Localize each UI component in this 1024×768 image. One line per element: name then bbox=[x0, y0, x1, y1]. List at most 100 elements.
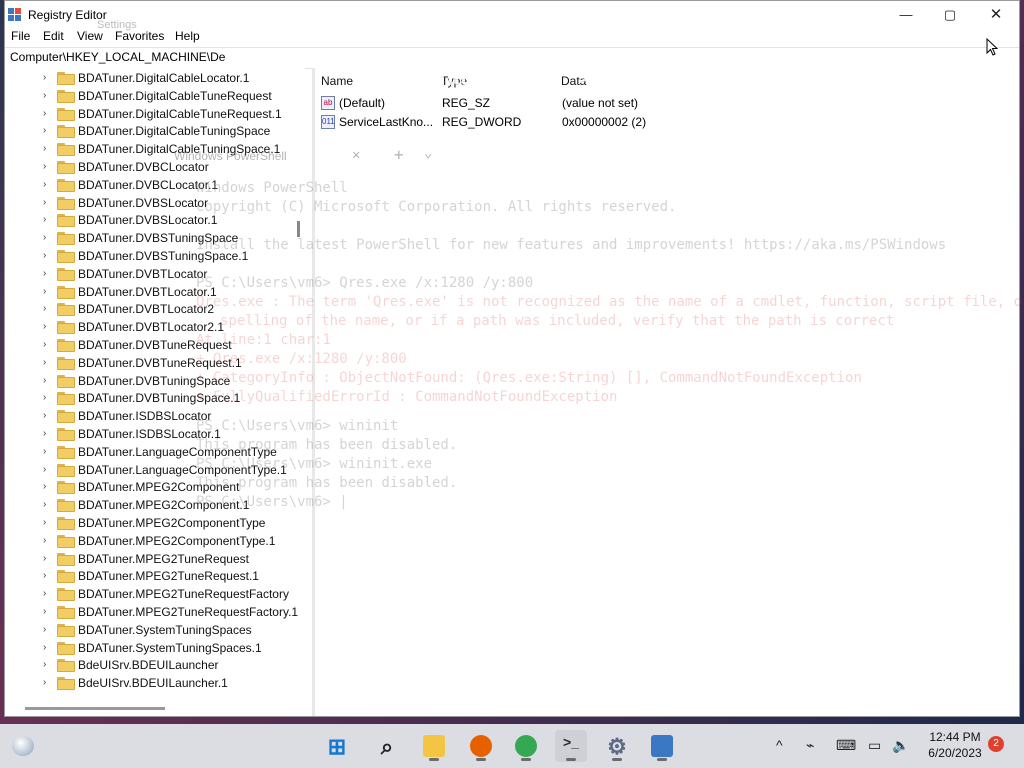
expand-chevron-icon[interactable]: › bbox=[43, 392, 53, 404]
tree-item[interactable]: › BDATuner.DVBTLocator bbox=[5, 265, 305, 283]
expand-chevron-icon[interactable]: › bbox=[43, 606, 53, 618]
tree-item[interactable]: › BDATuner.MPEG2TuneRequestFactory bbox=[5, 585, 305, 603]
tree-item[interactable]: › BDATuner.MPEG2ComponentType.1 bbox=[5, 532, 305, 550]
volume-icon[interactable]: 🔈 bbox=[892, 737, 909, 754]
expand-chevron-icon[interactable]: › bbox=[43, 624, 53, 636]
expand-chevron-icon[interactable]: › bbox=[43, 570, 53, 582]
expand-chevron-icon[interactable]: › bbox=[43, 250, 53, 262]
tray-overflow-chevron-icon[interactable]: ^ bbox=[776, 737, 783, 753]
tree-item[interactable]: › BDATuner.DVBCLocator.1 bbox=[5, 176, 305, 194]
expand-chevron-icon[interactable]: › bbox=[43, 214, 53, 226]
weather-widget-icon[interactable] bbox=[12, 736, 34, 756]
expand-chevron-icon[interactable]: › bbox=[43, 72, 53, 84]
keyboard-icon[interactable]: ⌨ bbox=[836, 737, 856, 754]
tree-item[interactable]: › BDATuner.LanguageComponentType.1 bbox=[5, 461, 305, 479]
tree-item[interactable]: › BDATuner.DigitalCableLocator.1 bbox=[5, 69, 305, 87]
expand-chevron-icon[interactable]: › bbox=[43, 553, 53, 565]
tree-item[interactable]: › BDATuner.DigitalCableTuneRequest.1 bbox=[5, 105, 305, 123]
tree-item[interactable]: › BDATuner.ISDBSLocator bbox=[5, 407, 305, 425]
expand-chevron-icon[interactable]: › bbox=[43, 303, 53, 315]
expand-chevron-icon[interactable]: › bbox=[43, 179, 53, 191]
firefox-button[interactable] bbox=[465, 730, 497, 762]
tree-item[interactable]: › BDATuner.DVBSLocator.1 bbox=[5, 211, 305, 229]
tree-item[interactable]: › BDATuner.MPEG2Component bbox=[5, 478, 305, 496]
expand-chevron-icon[interactable]: › bbox=[43, 321, 53, 333]
minimize-button[interactable]: — bbox=[883, 1, 929, 29]
value-row[interactable]: 011 ServiceLastKno... REG_DWORD 0x00000002 … bbox=[315, 113, 1015, 131]
tree-item[interactable]: › BDATuner.DVBTLocator2.1 bbox=[5, 318, 305, 336]
tree-item[interactable]: › BDATuner.MPEG2ComponentType bbox=[5, 514, 305, 532]
title-bar[interactable]: Registry Editor Settings — ▢ ✕ bbox=[5, 1, 1019, 31]
tree-item[interactable]: › BDATuner.DVBCLocator bbox=[5, 158, 305, 176]
column-header-name[interactable]: Name bbox=[321, 74, 353, 88]
expand-chevron-icon[interactable]: › bbox=[43, 588, 53, 600]
expand-chevron-icon[interactable]: › bbox=[43, 357, 53, 369]
expand-chevron-icon[interactable]: › bbox=[43, 464, 53, 476]
tree-item[interactable]: › BDATuner.DigitalCableTuningSpace bbox=[5, 122, 305, 140]
tree-item[interactable]: › BDATuner.MPEG2TuneRequest.1 bbox=[5, 567, 305, 585]
tree-item[interactable]: › BDATuner.DVBTLocator2 bbox=[5, 300, 305, 318]
start-button[interactable]: ⊞ bbox=[321, 730, 353, 762]
value-row[interactable]: ab (Default) REG_SZ (value not set) bbox=[315, 94, 1015, 112]
expand-chevron-icon[interactable]: › bbox=[43, 339, 53, 351]
tree-vertical-scrollbar[interactable] bbox=[297, 221, 300, 237]
close-button[interactable]: ✕ bbox=[973, 1, 1019, 29]
maximize-button[interactable]: ▢ bbox=[927, 1, 973, 29]
tree-item[interactable]: › BDATuner.MPEG2TuneRequestFactory.1 bbox=[5, 603, 305, 621]
expand-chevron-icon[interactable]: › bbox=[43, 517, 53, 529]
expand-chevron-icon[interactable]: › bbox=[43, 161, 53, 173]
menu-edit[interactable]: Edit bbox=[43, 29, 64, 43]
expand-chevron-icon[interactable]: › bbox=[43, 499, 53, 511]
expand-chevron-icon[interactable]: › bbox=[43, 428, 53, 440]
expand-chevron-icon[interactable]: › bbox=[43, 410, 53, 422]
tree-item[interactable]: › BdeUISrv.BDEUILauncher.1 bbox=[5, 674, 305, 692]
tree-item[interactable]: › BdeUISrv.BDEUILauncher bbox=[5, 656, 305, 674]
expand-chevron-icon[interactable]: › bbox=[43, 535, 53, 547]
tree-item[interactable]: › BDATuner.LanguageComponentType bbox=[5, 443, 305, 461]
expand-chevron-icon[interactable]: › bbox=[43, 108, 53, 120]
expand-chevron-icon[interactable]: › bbox=[43, 642, 53, 654]
expand-chevron-icon[interactable]: › bbox=[43, 90, 53, 102]
terminal-button[interactable]: >_ bbox=[555, 730, 587, 762]
menu-file[interactable]: File bbox=[11, 29, 30, 43]
expand-chevron-icon[interactable]: › bbox=[43, 446, 53, 458]
expand-chevron-icon[interactable]: › bbox=[43, 677, 53, 689]
address-input[interactable] bbox=[10, 50, 410, 64]
settings-button[interactable]: ⚙ bbox=[601, 730, 633, 762]
expand-chevron-icon[interactable]: › bbox=[43, 375, 53, 387]
tree-item[interactable]: › BDATuner.DVBTuneRequest bbox=[5, 336, 305, 354]
tree-item[interactable]: › BDATuner.DVBTuningSpace.1 bbox=[5, 389, 305, 407]
expand-chevron-icon[interactable]: › bbox=[43, 659, 53, 671]
expand-chevron-icon[interactable]: › bbox=[43, 125, 53, 137]
column-header-data[interactable]: Data bbox=[561, 74, 586, 88]
tree-item[interactable]: › BDATuner.MPEG2Component.1 bbox=[5, 496, 305, 514]
registry-tree-pane[interactable]: › BDATuner.DigitalCableLocator.1 › BDATuner… bbox=[5, 68, 305, 706]
expand-chevron-icon[interactable]: › bbox=[43, 197, 53, 209]
tree-horizontal-scrollbar[interactable] bbox=[25, 707, 165, 710]
tree-item[interactable]: › BDATuner.DigitalCableTuningSpace.1 bbox=[5, 140, 305, 158]
network-icon[interactable]: ⌁ bbox=[806, 737, 814, 754]
file-explorer-button[interactable] bbox=[418, 730, 450, 762]
tree-item[interactable]: › BDATuner.DVBTLocator.1 bbox=[5, 283, 305, 301]
expand-chevron-icon[interactable]: › bbox=[43, 286, 53, 298]
expand-chevron-icon[interactable]: › bbox=[43, 232, 53, 244]
menu-view[interactable]: View bbox=[77, 29, 103, 43]
chrome-button[interactable] bbox=[510, 730, 542, 762]
tree-item[interactable]: › BDATuner.MPEG2TuneRequest bbox=[5, 550, 305, 568]
menu-help[interactable]: Help bbox=[175, 29, 200, 43]
notification-count-badge[interactable]: 2 bbox=[988, 736, 1004, 752]
display-icon[interactable]: ▭ bbox=[868, 737, 881, 754]
tree-item[interactable]: › BDATuner.DVBSTuningSpace.1 bbox=[5, 247, 305, 265]
tree-item[interactable]: › BDATuner.SystemTuningSpaces.1 bbox=[5, 639, 305, 657]
tree-item[interactable]: › BDATuner.SystemTuningSpaces bbox=[5, 621, 305, 639]
tree-item[interactable]: › BDATuner.ISDBSLocator.1 bbox=[5, 425, 305, 443]
system-clock[interactable]: 12:44 PM 6/20/2023 bbox=[920, 729, 990, 761]
tree-item[interactable]: › BDATuner.DVBTuneRequest.1 bbox=[5, 354, 305, 372]
tree-item[interactable]: › BDATuner.DVBSLocator bbox=[5, 194, 305, 212]
column-header-type[interactable]: Type bbox=[441, 74, 467, 88]
search-button[interactable]: ⌕ bbox=[371, 730, 403, 762]
expand-chevron-icon[interactable]: › bbox=[43, 481, 53, 493]
tree-item[interactable]: › BDATuner.DVBTuningSpace bbox=[5, 372, 305, 390]
registry-editor-button[interactable] bbox=[646, 730, 678, 762]
tree-item[interactable]: › BDATuner.DigitalCableTuneRequest bbox=[5, 87, 305, 105]
